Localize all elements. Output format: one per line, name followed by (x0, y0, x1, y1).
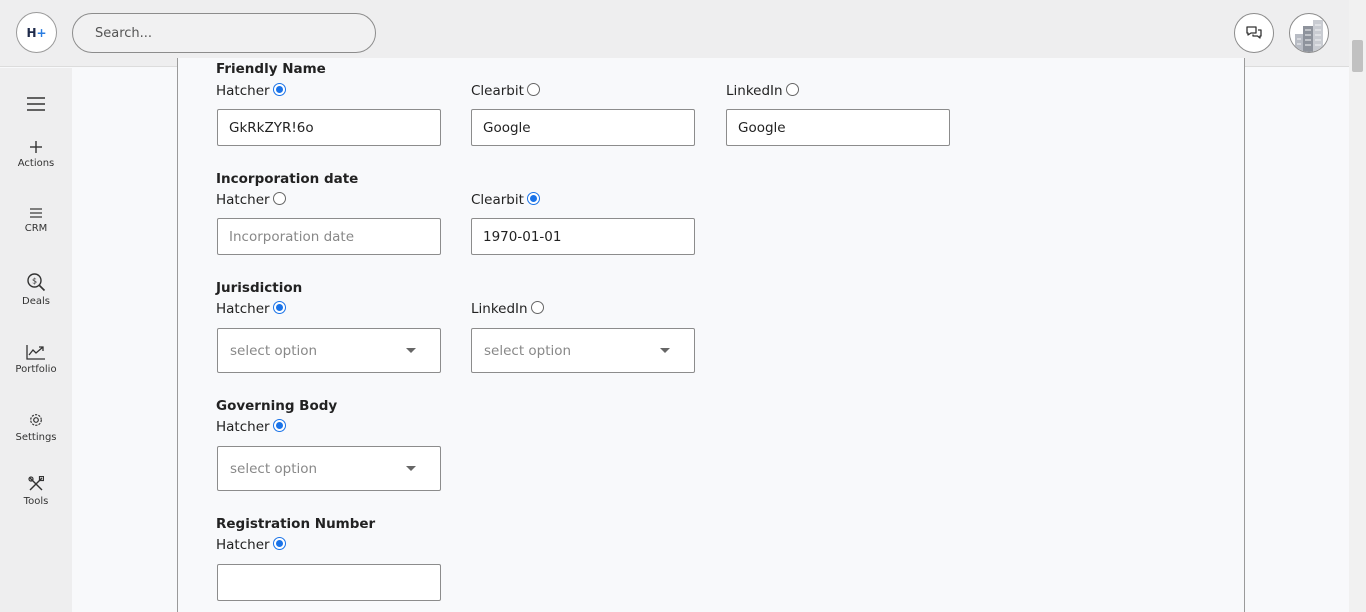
source-label-text: Hatcher (216, 83, 270, 99)
dollar-search-icon: $ (27, 273, 46, 292)
source-radio-clearbit[interactable]: Clearbit (471, 82, 540, 99)
plus-icon (30, 141, 42, 153)
radio-button[interactable] (272, 82, 286, 96)
chat-button[interactable] (1234, 13, 1274, 53)
search-input[interactable] (72, 13, 376, 53)
chevron-down-icon (406, 466, 416, 471)
sidebar-item-label: Deals (22, 296, 50, 307)
source-label-text: Clearbit (471, 192, 524, 208)
logo-letter: H (26, 25, 37, 40)
logo-plus: + (36, 25, 47, 40)
source-radio-hatcher[interactable]: Hatcher (216, 82, 286, 99)
section-title-friendly-name: Friendly Name (216, 61, 326, 77)
chevron-down-icon (406, 348, 416, 353)
section-title-incorporation-date: Incorporation date (216, 171, 359, 187)
chevron-down-icon (660, 348, 670, 353)
sidebar-item-tools[interactable]: Tools (0, 476, 72, 507)
sidebar-item-label: Actions (17, 158, 55, 169)
radio-button[interactable] (272, 191, 286, 205)
sidebar-item-portfolio[interactable]: Portfolio (0, 344, 72, 375)
source-label-text: LinkedIn (471, 301, 528, 317)
jurisdiction-hatcher-select[interactable]: select option (217, 328, 441, 373)
gear-icon (30, 414, 42, 426)
lines-icon (30, 208, 42, 218)
source-label-text: Hatcher (216, 192, 270, 208)
radio-button[interactable] (272, 418, 286, 432)
source-label-text: Clearbit (471, 83, 524, 99)
section-title-registration-number: Registration Number (216, 516, 376, 532)
incorporation-date-clearbit-input[interactable] (471, 218, 695, 255)
radio-button[interactable] (785, 82, 799, 96)
company-avatar[interactable] (1289, 13, 1329, 53)
source-radio-clearbit[interactable]: Clearbit (471, 191, 540, 208)
sidebar-item-label: CRM (24, 223, 48, 234)
radio-button[interactable] (272, 300, 286, 314)
section-title-jurisdiction: Jurisdiction (216, 280, 303, 296)
source-radio-linkedin[interactable]: LinkedIn (726, 82, 799, 99)
sidebar-item-deals[interactable]: $ Deals (0, 272, 72, 307)
source-label-text: Hatcher (216, 301, 270, 317)
sidebar-item-crm[interactable]: CRM (0, 207, 72, 234)
sidebar-item-settings[interactable]: Settings (0, 412, 72, 443)
source-label-text: Hatcher (216, 419, 270, 435)
scrollbar-thumb[interactable] (1352, 40, 1363, 72)
top-bar: H + (0, 0, 1366, 67)
page-scrollbar[interactable] (1349, 0, 1366, 612)
sidebar-item-label: Portfolio (15, 364, 57, 375)
radio-button[interactable] (526, 82, 540, 96)
source-radio-linkedin[interactable]: LinkedIn (471, 300, 544, 317)
sidebar: Actions CRM $ Deals Portfolio Settings T… (0, 68, 72, 612)
sidebar-item-label: Tools (23, 496, 49, 507)
building-icon (1295, 20, 1323, 52)
select-placeholder: select option (230, 342, 318, 359)
tools-icon (28, 476, 44, 491)
hamburger-icon[interactable] (26, 96, 46, 112)
app-logo[interactable]: H + (16, 12, 57, 53)
main-content: Friendly Name Hatcher Clearbit LinkedIn … (72, 58, 1349, 612)
trend-chart-icon (26, 345, 45, 360)
sidebar-item-actions[interactable]: Actions (0, 140, 72, 169)
friendly-name-hatcher-input[interactable] (217, 109, 441, 146)
select-placeholder: select option (230, 460, 318, 477)
governing-body-hatcher-select[interactable]: select option (217, 446, 441, 491)
jurisdiction-linkedin-select[interactable]: select option (471, 328, 695, 373)
friendly-name-linkedin-input[interactable] (726, 109, 950, 146)
source-label-text: LinkedIn (726, 83, 783, 99)
incorporation-date-hatcher-input[interactable] (217, 218, 441, 255)
source-label-text: Hatcher (216, 537, 270, 553)
source-radio-hatcher[interactable]: Hatcher (216, 418, 286, 435)
svg-text:$: $ (32, 277, 37, 286)
source-radio-hatcher[interactable]: Hatcher (216, 536, 286, 553)
radio-button[interactable] (530, 300, 544, 314)
chat-bubbles-icon (1246, 26, 1262, 39)
sidebar-item-label: Settings (15, 432, 57, 443)
radio-button[interactable] (526, 191, 540, 205)
select-placeholder: select option (484, 342, 572, 359)
source-radio-hatcher[interactable]: Hatcher (216, 300, 286, 317)
registration-number-hatcher-input[interactable] (217, 564, 441, 601)
radio-button[interactable] (272, 536, 286, 550)
section-title-governing-body: Governing Body (216, 398, 338, 414)
company-form-card: Friendly Name Hatcher Clearbit LinkedIn … (177, 58, 1245, 612)
source-radio-hatcher[interactable]: Hatcher (216, 191, 286, 208)
friendly-name-clearbit-input[interactable] (471, 109, 695, 146)
